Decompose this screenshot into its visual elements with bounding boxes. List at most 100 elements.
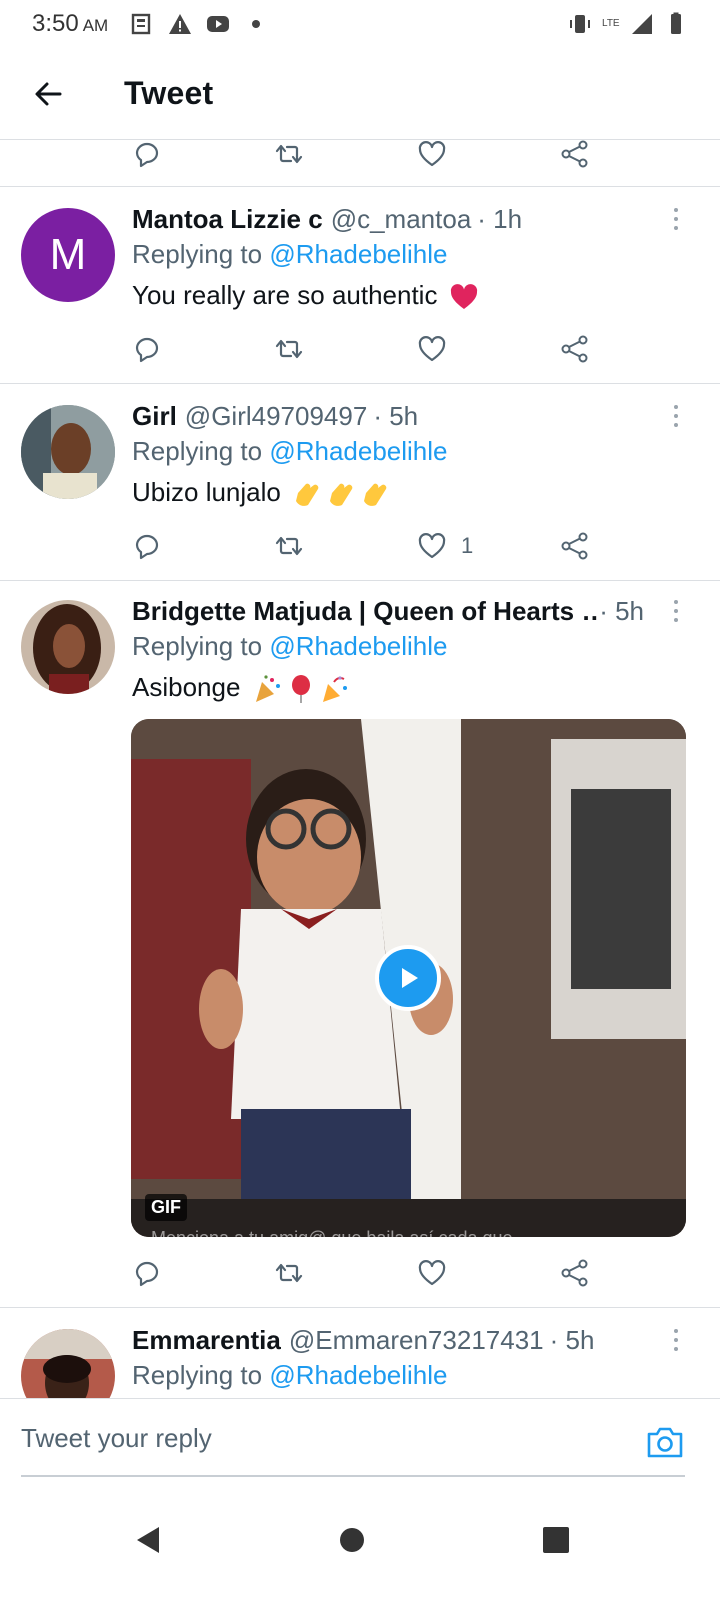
system-nav-bar [0, 1480, 720, 1600]
camera-button[interactable] [646, 1425, 684, 1459]
reply-icon [135, 1261, 159, 1287]
tweet-feed[interactable]: M Mantoa Lizzie c @c_mantoa · 1h Replyin… [0, 140, 720, 1426]
replying-to: Replying to @Rhadebelihle [132, 631, 448, 661]
tweet-actions [132, 140, 612, 174]
back-button[interactable] [20, 66, 76, 122]
like-button[interactable] [417, 140, 447, 174]
like-button[interactable]: 1 [417, 526, 473, 566]
retweet-button[interactable] [274, 526, 304, 566]
nav-recents-button[interactable] [526, 1510, 586, 1570]
circle-home-icon [340, 1528, 364, 1552]
tweet-time: · 5h [599, 595, 644, 626]
vibrate-icon [570, 15, 590, 33]
author-name[interactable]: Bridgette Matjuda | Queen of Hearts … [132, 596, 597, 627]
retweet-icon [275, 1263, 303, 1283]
system-icons: LTE [568, 12, 688, 36]
like-icon [418, 336, 446, 362]
more-button[interactable] [664, 593, 688, 629]
tweet-time: · 5h [549, 1324, 595, 1355]
gif-media[interactable]: Menciona a tu amig@ que baila así cada q… [131, 719, 686, 1237]
share-icon [561, 532, 588, 560]
avatar[interactable] [21, 405, 115, 499]
reply-underline [21, 1475, 685, 1477]
replying-to: Replying to @Rhadebelihle [132, 1360, 448, 1390]
reply-button[interactable] [132, 140, 162, 174]
share-button[interactable] [560, 140, 590, 174]
back-arrow-icon [35, 82, 62, 105]
author-name[interactable]: Emmarentia [132, 1325, 281, 1356]
more-button[interactable] [664, 201, 688, 237]
avatar[interactable] [21, 600, 115, 694]
retweet-icon [275, 339, 303, 359]
clapping-hands-emoji-icon [330, 483, 353, 507]
replying-to: Replying to @Rhadebelihle [132, 239, 448, 269]
more-button[interactable] [664, 1322, 688, 1358]
red-heart-emoji-icon [450, 284, 477, 310]
gif-caption-strip: Menciona a tu amig@ que baila así cada q… [131, 1199, 686, 1237]
like-icon [418, 533, 446, 559]
author-name[interactable]: Girl [132, 401, 177, 432]
author-name[interactable]: Mantoa Lizzie c [132, 204, 323, 235]
gif-badge: GIF [145, 1194, 187, 1221]
tweet-item[interactable]: M Mantoa Lizzie c @c_mantoa · 1h Replyin… [0, 187, 720, 383]
share-icon [561, 140, 588, 168]
status-time: 3:50 AM [32, 10, 109, 37]
status-bar: 3:50 AM LTE [0, 0, 720, 48]
reply-icon [135, 142, 159, 168]
share-icon [561, 335, 588, 363]
avatar[interactable]: M [21, 208, 115, 302]
tweet-time: · 1h [477, 203, 523, 234]
retweet-button[interactable] [274, 1253, 304, 1293]
share-button[interactable] [560, 526, 590, 566]
battery-icon [671, 12, 681, 34]
share-icon [561, 1259, 588, 1287]
replying-to: Replying to @Rhadebelihle [132, 436, 448, 466]
dot-icon [252, 20, 261, 28]
like-button[interactable] [417, 329, 447, 369]
mention-link[interactable]: @Rhadebelihle [269, 1360, 447, 1390]
nav-home-button[interactable] [322, 1510, 382, 1570]
reply-input[interactable] [21, 1413, 601, 1463]
tweet-item[interactable]: Bridgette Matjuda | Queen of Hearts … · … [0, 581, 720, 1307]
share-button[interactable] [560, 329, 590, 369]
warning-icon [169, 14, 192, 34]
balloon-emoji-icon [291, 675, 310, 704]
reply-icon [135, 337, 159, 363]
mention-link[interactable]: @Rhadebelihle [269, 239, 447, 269]
tweet-header: Bridgette Matjuda | Queen of Hearts … · … [132, 593, 644, 629]
reply-button[interactable] [132, 526, 162, 566]
notification-icons [130, 12, 268, 36]
signal-icon [632, 14, 652, 34]
camera-icon [647, 1427, 683, 1458]
tweet-time: · 5h [373, 400, 419, 431]
news-icon [132, 13, 151, 35]
more-button[interactable] [664, 398, 688, 434]
author-handle: @Girl49709497 [184, 400, 368, 431]
retweet-button[interactable] [274, 140, 304, 174]
reply-button[interactable] [132, 329, 162, 369]
app-bar: Tweet [0, 48, 720, 140]
like-button[interactable] [417, 1253, 447, 1293]
retweet-button[interactable] [274, 329, 304, 369]
tweet-header: Mantoa Lizzie c @c_mantoa · 1h [132, 201, 672, 237]
author-handle: @Emmaren73217431 [288, 1324, 544, 1355]
reply-composer [0, 1398, 720, 1478]
mention-link[interactable]: @Rhadebelihle [269, 631, 447, 661]
play-button[interactable] [375, 945, 441, 1011]
tweet-header: Girl @Girl49709497 · 5h [132, 398, 672, 434]
party-popper-emoji-icon [322, 676, 347, 703]
like-count: 1 [461, 533, 474, 558]
confetti-emoji-icon [255, 675, 280, 703]
share-button[interactable] [560, 1253, 590, 1293]
mention-link[interactable]: @Rhadebelihle [269, 436, 447, 466]
tweet-header: Emmarentia @Emmaren73217431 · 5h [132, 1322, 672, 1358]
like-icon [418, 141, 446, 167]
author-handle: @c_mantoa [330, 203, 472, 234]
retweet-icon [275, 144, 303, 164]
reply-button[interactable] [132, 1253, 162, 1293]
play-icon [402, 968, 418, 988]
clapping-hands-emoji-icon [296, 483, 319, 507]
nav-back-button[interactable] [118, 1510, 178, 1570]
retweet-icon [275, 536, 303, 556]
tweet-item[interactable]: Girl @Girl49709497 · 5h Replying to @Rha… [0, 384, 720, 580]
